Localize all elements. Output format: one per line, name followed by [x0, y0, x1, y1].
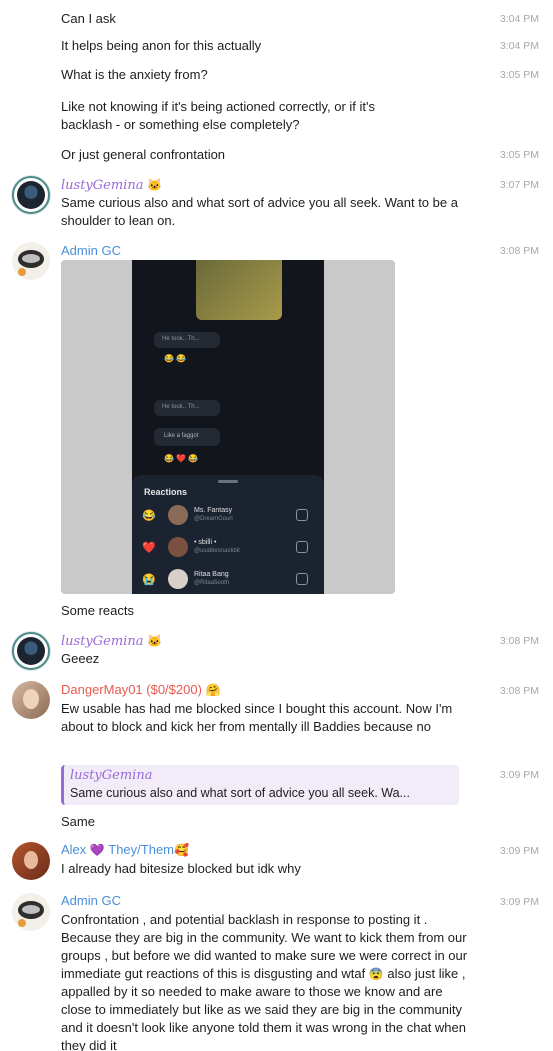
avatar[interactable] [12, 681, 50, 719]
avatar-image-detail [22, 905, 40, 914]
message-text: Like not knowing if it's being actioned … [61, 99, 375, 132]
reaction-row: 😭 Ritaa Bang @Ritaa5ooth [142, 569, 314, 591]
reaction-handle: @DreamGourl [194, 516, 233, 522]
message-time: 3:08 PM [499, 685, 539, 697]
reaction-handle: @usablesnackbit [194, 548, 240, 554]
message-icon [296, 509, 308, 521]
chat-bubble: He took.. Th... [154, 332, 220, 348]
message: Can I ask 3:04 PM [0, 10, 553, 28]
sender-name[interactable]: Admin GC [61, 893, 121, 909]
message-icon [296, 573, 308, 585]
message: It helps being anon for this actually 3:… [0, 37, 553, 55]
message: DangerMay01 ($0/$200) 🤗 Ew usable has ha… [0, 681, 553, 753]
purple-heart-icon: 💜 [89, 843, 105, 857]
reaction-name: Ritaa Bang [194, 571, 229, 578]
message-time: 3:09 PM [499, 845, 539, 857]
sender-label: Alex [61, 842, 87, 857]
sender-label: lustyGemina [61, 178, 144, 193]
chat-bubble: He took.. Th... [154, 400, 220, 416]
message-text: Geeez [61, 651, 100, 666]
reaction-avatar [168, 569, 188, 589]
reaction-emoji: ❤️ [142, 542, 156, 554]
sheet-handle[interactable] [218, 480, 238, 483]
avatar[interactable] [12, 242, 50, 280]
sender-label: DangerMay01 ($0/$200) [61, 682, 202, 697]
sender-name[interactable]: DangerMay01 ($0/$200) 🤗 [61, 682, 221, 698]
avatar-image-detail [22, 254, 40, 263]
avatar[interactable] [12, 842, 50, 880]
message-time: 3:08 PM [499, 245, 539, 257]
sender-name[interactable]: Admin GC [61, 243, 121, 259]
sender-name[interactable]: Alex 💜 They/Them🥰 [61, 842, 189, 858]
reaction-handle: @Ritaa5ooth [194, 580, 230, 586]
reaction-name: • sbilli • [194, 539, 217, 546]
message: Admin GC Confrontation , and potential b… [0, 891, 553, 1051]
reaction-row: ❤️ • sbilli • @usablesnackbit [142, 537, 314, 559]
avatar-image [17, 637, 45, 665]
sender-name[interactable]: lustyGemina 🐱 [61, 633, 162, 650]
message-time: 3:08 PM [499, 635, 539, 647]
reaction-dots: 😂 ❤️ 😂 [164, 454, 199, 463]
message-text: What is the anxiety from? [61, 67, 208, 82]
message: Alex 💜 They/Them🥰 I already had bitesize… [0, 840, 553, 882]
reply-sender: lustyGemina [70, 768, 153, 783]
reactions-sheet: Reactions 😂 Ms. Fantasy @DreamGourl ❤️ •… [132, 475, 324, 594]
avatar-badge [18, 919, 26, 927]
message: lustyGemina 🐱 Same curious also and what… [0, 174, 553, 230]
message-time: 3:04 PM [499, 13, 539, 25]
sender-label: lustyGemina [61, 634, 144, 649]
avatar-image [17, 181, 45, 209]
message-time: 3:05 PM [499, 69, 539, 81]
message-time: 3:04 PM [499, 40, 539, 52]
hug-emoji-icon: 🤗 [205, 683, 221, 697]
reaction-avatar [168, 537, 188, 557]
chat-bubble-text: Like a faggot [164, 433, 199, 439]
reply-text: Same curious also and what sort of advic… [70, 786, 410, 800]
message-text: Confrontation , and potential backlash i… [61, 911, 473, 1051]
message: lustyGemina 🐱 Geeez 3:08 PM [0, 630, 553, 672]
avatar-image [24, 851, 38, 869]
avatar[interactable] [12, 176, 50, 214]
avatar[interactable] [12, 893, 50, 931]
sender-pronouns: They/Them [108, 842, 175, 857]
smiling-emoji-icon: 🥰 [174, 843, 189, 857]
chat-bubble-text: He took.. Th... [162, 336, 200, 342]
message-text: Same [61, 814, 95, 829]
message-time: 3:05 PM [499, 149, 539, 161]
phone-screen: He took.. Th... 😂 😂 He took.. Th... Like… [132, 260, 324, 594]
message: What is the anxiety from? 3:05 PM [0, 66, 553, 84]
sticker-image [196, 260, 282, 320]
image-caption: Some reacts [61, 603, 134, 618]
cat-emoji-icon: 🐱 [147, 178, 163, 192]
reaction-row: 😂 Ms. Fantasy @DreamGourl [142, 505, 314, 527]
message-text: Or just general confrontation [61, 147, 226, 162]
chat-bubble: Like a faggot [154, 428, 220, 446]
attached-screenshot[interactable]: He took.. Th... 😂 😂 He took.. Th... Like… [61, 260, 395, 594]
message-time: 3:09 PM [499, 769, 539, 781]
message-time: 3:07 PM [499, 179, 539, 191]
reply-quote[interactable]: lustyGemina Same curious also and what s… [61, 765, 459, 805]
message: Like not knowing if it's being actioned … [0, 98, 553, 134]
sender-name[interactable]: lustyGemina 🐱 [61, 177, 162, 194]
fearful-emoji-icon: 😨 [368, 967, 384, 981]
message-text: Same curious also and what sort of advic… [61, 195, 458, 228]
message-text: I already had bitesize blocked but idk w… [61, 861, 301, 876]
message-text: It helps being anon for this actually [61, 38, 262, 53]
reaction-emoji: 😂 [142, 510, 156, 522]
message-time: 3:09 PM [499, 896, 539, 908]
message: Or just general confrontation 3:05 PM [0, 146, 553, 164]
reaction-emoji: 😭 [142, 574, 156, 586]
avatar-badge [18, 268, 26, 276]
chat-bubble-text: He took.. Th... [162, 404, 200, 410]
cat-emoji-icon: 🐱 [147, 634, 163, 648]
message-text: Can I ask [61, 11, 116, 26]
reactions-title: Reactions [144, 487, 188, 497]
message-text: Ew usable has had me blocked since I bou… [61, 701, 453, 734]
reaction-name: Ms. Fantasy [194, 507, 233, 514]
reaction-avatar [168, 505, 188, 525]
reaction-dots: 😂 😂 [164, 354, 187, 363]
message-icon [296, 541, 308, 553]
avatar[interactable] [12, 632, 50, 670]
avatar-image [23, 689, 39, 709]
